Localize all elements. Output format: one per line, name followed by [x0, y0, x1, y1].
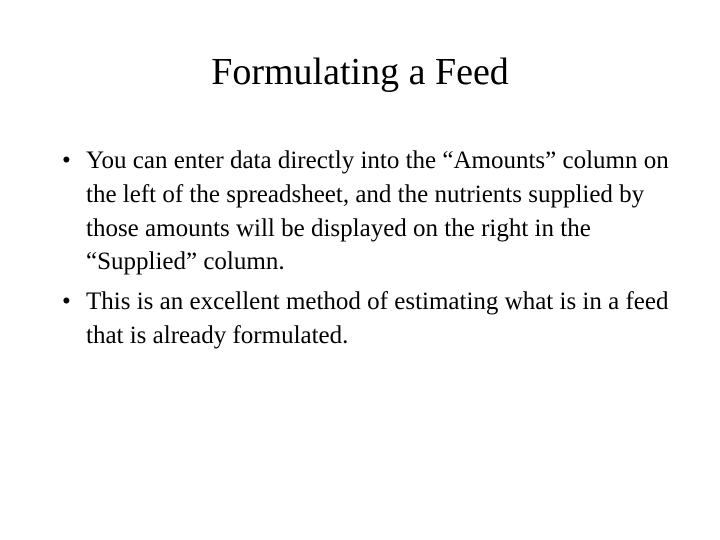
bullet-list: You can enter data directly into the “Am…	[50, 144, 670, 353]
slide-title: Formulating a Feed	[50, 50, 670, 94]
bullet-item: You can enter data directly into the “Am…	[86, 144, 670, 279]
bullet-item: This is an excellent method of estimatin…	[86, 285, 670, 353]
